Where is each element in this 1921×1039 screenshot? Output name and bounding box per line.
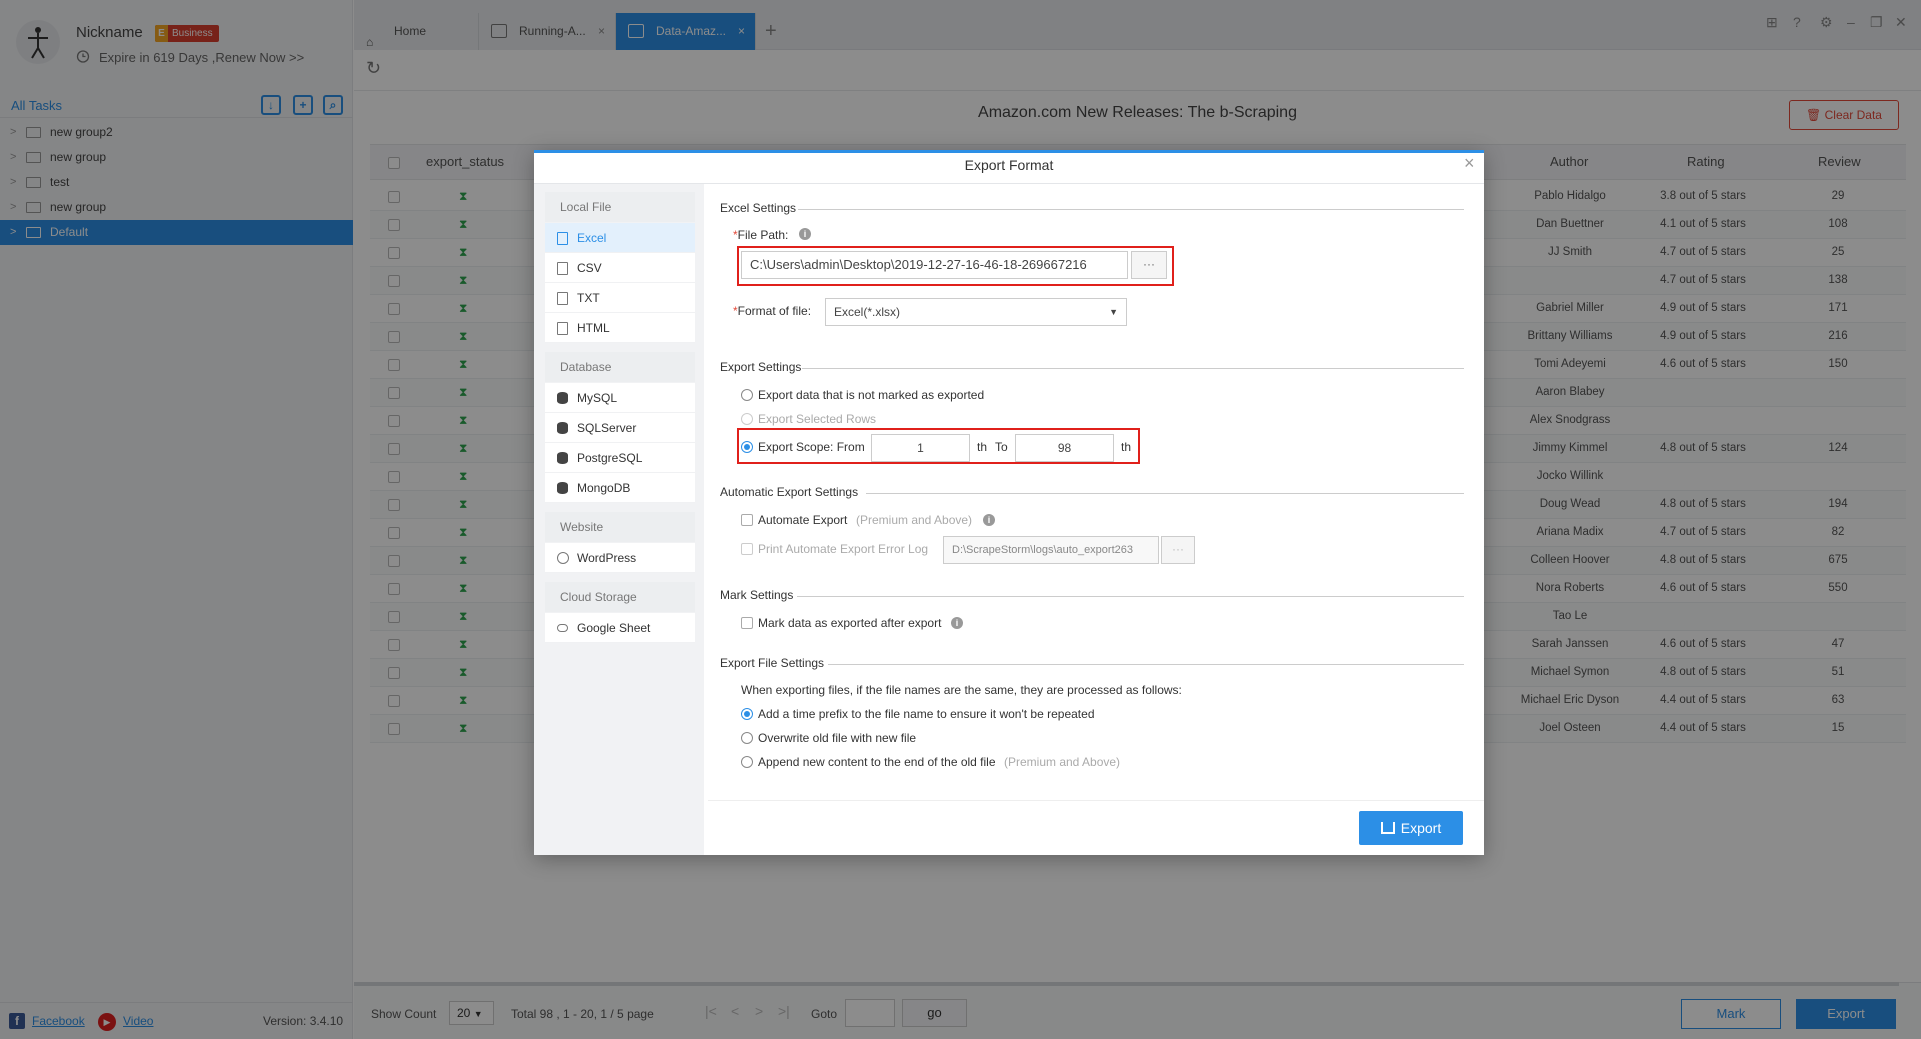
info-icon[interactable]: i [799, 228, 811, 240]
section-website: Website [545, 512, 695, 542]
database-icon [557, 482, 568, 494]
cloud-icon [557, 624, 568, 632]
to-label: To [995, 440, 1008, 454]
dialog-title: Export Format [964, 157, 1054, 173]
radio-not-marked[interactable] [741, 389, 753, 401]
opt-append-label: Append new content to the end of the old… [758, 755, 996, 769]
dialog-export-button[interactable]: Export [1359, 811, 1463, 845]
file-settings-description: When exporting files, if the file names … [741, 683, 1182, 697]
premium-note: (Premium and Above) [1004, 755, 1121, 769]
section-database: Database [545, 352, 695, 382]
scope-to-input[interactable]: 98 [1015, 434, 1114, 462]
section-cloud-storage: Cloud Storage [545, 582, 695, 612]
divider [798, 209, 1464, 210]
export-type-html[interactable]: HTML [545, 313, 695, 343]
export-type-google-sheet[interactable]: Google Sheet [545, 613, 695, 643]
th-label: th [977, 440, 988, 454]
opt-scope-label: Export Scope: From [758, 440, 865, 454]
format-select[interactable]: Excel(*.xlsx) ▼ [825, 298, 1127, 326]
database-icon [557, 452, 568, 464]
excel-settings-title: Excel Settings [720, 201, 797, 215]
export-type-postgresql[interactable]: PostgreSQL [545, 443, 695, 473]
auto-settings-title: Automatic Export Settings [720, 485, 859, 499]
export-type-mongodb[interactable]: MongoDB [545, 473, 695, 503]
export-type-wordpress[interactable]: WordPress [545, 543, 695, 573]
close-dialog-icon[interactable]: × [1464, 153, 1475, 174]
section-local-file: Local File [545, 192, 695, 222]
file-path-input[interactable]: C:\Users\admin\Desktop\2019-12-27-16-46-… [741, 251, 1128, 279]
opt-overwrite-label: Overwrite old file with new file [758, 731, 917, 745]
opt-selected-rows-label: Export Selected Rows [758, 412, 877, 426]
opt-time-prefix-label: Add a time prefix to the file name to en… [758, 707, 1095, 721]
database-icon [557, 422, 568, 434]
divider [802, 368, 1464, 369]
mark-settings-title: Mark Settings [720, 588, 794, 602]
scope-from-input[interactable]: 1 [871, 434, 970, 462]
radio-append[interactable] [741, 756, 753, 768]
file-settings-title: Export File Settings [720, 656, 825, 670]
file-icon [557, 292, 568, 305]
info-icon[interactable]: i [951, 617, 963, 629]
wordpress-icon [557, 552, 569, 564]
print-error-log-label: Print Automate Export Error Log [758, 542, 929, 556]
file-path-label: *File Path: [733, 228, 789, 242]
mark-exported-checkbox[interactable] [741, 617, 753, 629]
file-icon [557, 322, 568, 335]
divider [797, 596, 1464, 597]
radio-overwrite[interactable] [741, 732, 753, 744]
export-type-excel[interactable]: Excel [545, 223, 695, 253]
radio-selected-rows[interactable] [741, 413, 753, 425]
export-type-mysql[interactable]: MySQL [545, 383, 695, 413]
divider [866, 493, 1464, 494]
automate-export-checkbox[interactable] [741, 514, 753, 526]
file-icon [557, 232, 568, 245]
radio-time-prefix[interactable] [741, 708, 753, 720]
print-error-log-checkbox[interactable] [741, 543, 753, 555]
opt-not-marked-label: Export data that is not marked as export… [758, 388, 985, 402]
file-icon [557, 262, 568, 275]
chevron-down-icon: ▼ [1109, 307, 1118, 317]
info-icon[interactable]: i [983, 514, 995, 526]
database-icon [557, 392, 568, 404]
format-label: *Format of file: [733, 304, 812, 318]
export-settings-title: Export Settings [720, 360, 802, 374]
export-type-sqlserver[interactable]: SQLServer [545, 413, 695, 443]
divider [828, 664, 1464, 665]
export-type-csv[interactable]: CSV [545, 253, 695, 283]
th-label: th [1121, 440, 1132, 454]
browse-button[interactable]: ··· [1131, 251, 1167, 279]
automate-export-label: Automate Export [758, 513, 848, 527]
browse-log-button[interactable]: ··· [1161, 536, 1195, 564]
log-path-input[interactable]: D:\ScrapeStorm\logs\auto_export263 [943, 536, 1159, 564]
mark-exported-label: Mark data as exported after export [758, 616, 942, 630]
radio-export-scope[interactable] [741, 441, 753, 453]
export-type-txt[interactable]: TXT [545, 283, 695, 313]
export-icon [1380, 822, 1395, 834]
premium-note: (Premium and Above) [856, 513, 973, 527]
divider [708, 800, 1484, 801]
